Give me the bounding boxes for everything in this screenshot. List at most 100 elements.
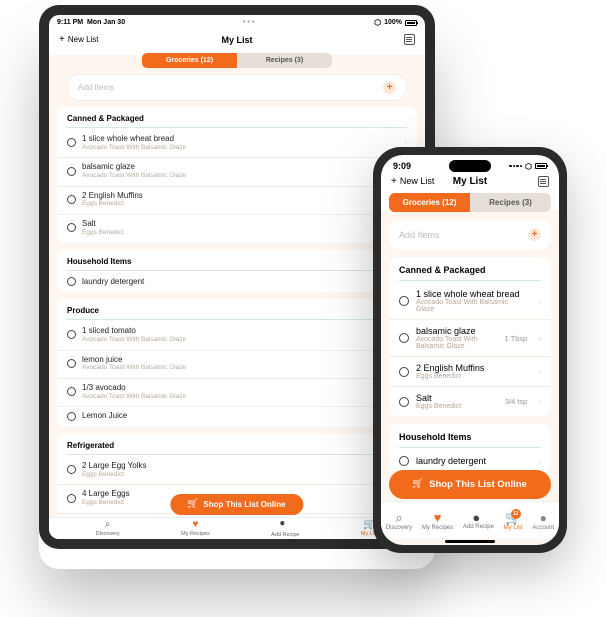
tab-recipes[interactable]: Recipes (3) xyxy=(470,193,551,212)
plus-icon: + xyxy=(59,34,65,45)
filter-button[interactable] xyxy=(538,176,549,187)
item-name: 2 Large Egg Yolks xyxy=(82,461,399,471)
checkbox-icon[interactable] xyxy=(67,138,76,147)
item-source: Eggs Benedict xyxy=(82,200,399,208)
tablet-menu-dots[interactable]: ••• xyxy=(243,19,256,26)
home-indicator[interactable] xyxy=(445,540,495,543)
list-item[interactable]: 1 slice whole wheat breadAvocado Toast W… xyxy=(389,283,551,319)
checkbox-icon[interactable] xyxy=(67,465,76,474)
item-source: Avocado Toast With Balsamic Glaze xyxy=(416,336,498,350)
shop-list-button[interactable]: Shop This List Online xyxy=(170,494,303,515)
new-list-button[interactable]: +New List xyxy=(391,176,434,187)
list-item[interactable]: SaltEggs Benedict3/4 tsp› xyxy=(389,386,551,416)
item-source: Avocado Toast With Balsamic Glaze xyxy=(82,364,399,372)
list-item[interactable]: balsamic glazeAvocado Toast With Balsami… xyxy=(57,157,417,185)
nav-add-recipe[interactable]: Add Recipe xyxy=(463,511,494,530)
nav-add-recipe[interactable]: Add Recipe xyxy=(271,519,299,538)
checkbox-icon[interactable] xyxy=(399,296,409,306)
checkbox-icon[interactable] xyxy=(399,397,409,407)
section-title: Household Items xyxy=(389,424,551,447)
nav-label: Discovery xyxy=(386,525,412,531)
item-name: 1 sliced tomato xyxy=(82,326,399,336)
nav-my-recipes[interactable]: My Recipes xyxy=(422,511,453,531)
dots-icon xyxy=(509,165,522,168)
checkbox-icon[interactable] xyxy=(67,412,76,421)
chevron-right-icon: › xyxy=(538,457,541,466)
search-icon xyxy=(105,520,111,530)
cart-icon xyxy=(413,481,423,489)
search-icon xyxy=(395,511,402,524)
list-item[interactable]: balsamic glazeAvocado Toast With Balsami… xyxy=(389,319,551,356)
list-item[interactable]: 2 English MuffinsEggs Benedict› xyxy=(389,356,551,386)
checkbox-icon[interactable] xyxy=(67,223,76,232)
battery-icon xyxy=(405,20,417,26)
checkbox-icon[interactable] xyxy=(399,333,409,343)
list-item[interactable]: 2 English MuffinsEggs Benedict› xyxy=(57,186,417,214)
item-source: Avocado Toast With Balsamic Glaze xyxy=(82,336,399,344)
checkbox-icon[interactable] xyxy=(67,494,76,503)
checkbox-icon[interactable] xyxy=(399,456,409,466)
item-name: Salt xyxy=(416,393,498,403)
add-items-input[interactable]: Add Items + xyxy=(389,220,551,249)
filter-icon xyxy=(538,176,549,187)
item-name: laundry detergent xyxy=(416,456,527,466)
dynamic-island xyxy=(449,160,491,172)
item-qty: 1 Tbsp xyxy=(505,334,528,343)
list-item[interactable]: lemon juiceAvocado Toast With Balsamic G… xyxy=(57,350,417,378)
nav-label: My Recipes xyxy=(422,525,453,531)
plus-icon: + xyxy=(391,176,397,187)
list-item[interactable]: laundry detergent› xyxy=(57,273,417,293)
add-items-input[interactable]: Add Items + xyxy=(67,74,407,101)
page-title: My List xyxy=(453,176,487,187)
section-card: Produce1 sliced tomatoAvocado Toast With… xyxy=(57,299,417,427)
nav-my-list[interactable]: 12My List xyxy=(504,511,523,531)
phone-frame: 9:09 ⬡ +New List My List Groceries (12) … xyxy=(373,147,567,553)
list-item[interactable]: SaltEggs Benedict› xyxy=(57,214,417,242)
list-item[interactable]: Lemon Juice› xyxy=(57,406,417,427)
item-source: Avocado Toast With Balsamic Glaze xyxy=(82,144,399,152)
phone-tabs: Groceries (12) Recipes (3) xyxy=(389,193,551,212)
list-item[interactable]: 1 sliced tomatoAvocado Toast With Balsam… xyxy=(57,322,417,349)
phone-header: +New List My List xyxy=(381,173,559,193)
checkbox-icon[interactable] xyxy=(399,367,409,377)
shop-list-button[interactable]: Shop This List Online xyxy=(389,470,551,499)
badge: 12 xyxy=(511,509,521,519)
list-item[interactable]: 1/3 avocadoAvocado Toast With Balsamic G… xyxy=(57,378,417,406)
item-name: lemon juice xyxy=(82,355,399,365)
item-source: Avocado Toast With Balsamic Glaze xyxy=(82,393,399,401)
new-list-button[interactable]: +New List xyxy=(59,34,99,45)
new-list-label: New List xyxy=(400,176,435,187)
section-card: Household Items laundry detergent › xyxy=(389,424,551,472)
nav-my-recipes[interactable]: My Recipes xyxy=(181,520,210,537)
checkbox-icon[interactable] xyxy=(67,167,76,176)
add-button-icon[interactable]: + xyxy=(383,81,396,94)
list-item[interactable]: laundry detergent › xyxy=(389,450,551,472)
filter-button[interactable] xyxy=(404,34,415,45)
checkbox-icon[interactable] xyxy=(67,195,76,204)
tablet-nav-bar: Discovery My Recipes Add Recipe My List xyxy=(49,517,425,539)
tab-groceries[interactable]: Groceries (12) xyxy=(142,53,237,68)
section-title: Household Items xyxy=(57,250,417,270)
nav-label: Add Recipe xyxy=(271,532,299,538)
checkbox-icon[interactable] xyxy=(67,359,76,368)
tab-groceries[interactable]: Groceries (12) xyxy=(389,193,470,212)
section-card: Canned & Packaged1 slice whole wheat bre… xyxy=(389,257,551,416)
tab-recipes[interactable]: Recipes (3) xyxy=(237,53,332,68)
list-item[interactable]: 2 Large Egg YolksEggs Benedict› xyxy=(57,457,417,484)
checkbox-icon[interactable] xyxy=(67,277,76,286)
checkbox-icon[interactable] xyxy=(67,387,76,396)
chevron-right-icon: › xyxy=(538,397,541,406)
item-name: Lemon Juice xyxy=(82,411,399,421)
nav-discovery[interactable]: Discovery xyxy=(386,511,412,531)
nav-account[interactable]: Account xyxy=(532,511,554,531)
checkbox-icon[interactable] xyxy=(67,330,76,339)
battery-icon xyxy=(535,163,547,169)
list-item[interactable]: 1 slice whole wheat breadAvocado Toast W… xyxy=(57,130,417,157)
new-list-label: New List xyxy=(68,35,99,44)
add-button-icon[interactable]: + xyxy=(528,228,541,241)
phone-time: 9:09 xyxy=(393,161,411,171)
item-source: Avocado Toast With Balsamic Glaze xyxy=(82,172,399,180)
plus-circle-icon xyxy=(279,519,291,531)
nav-label: Discovery xyxy=(96,531,120,537)
nav-discovery[interactable]: Discovery xyxy=(96,520,120,537)
